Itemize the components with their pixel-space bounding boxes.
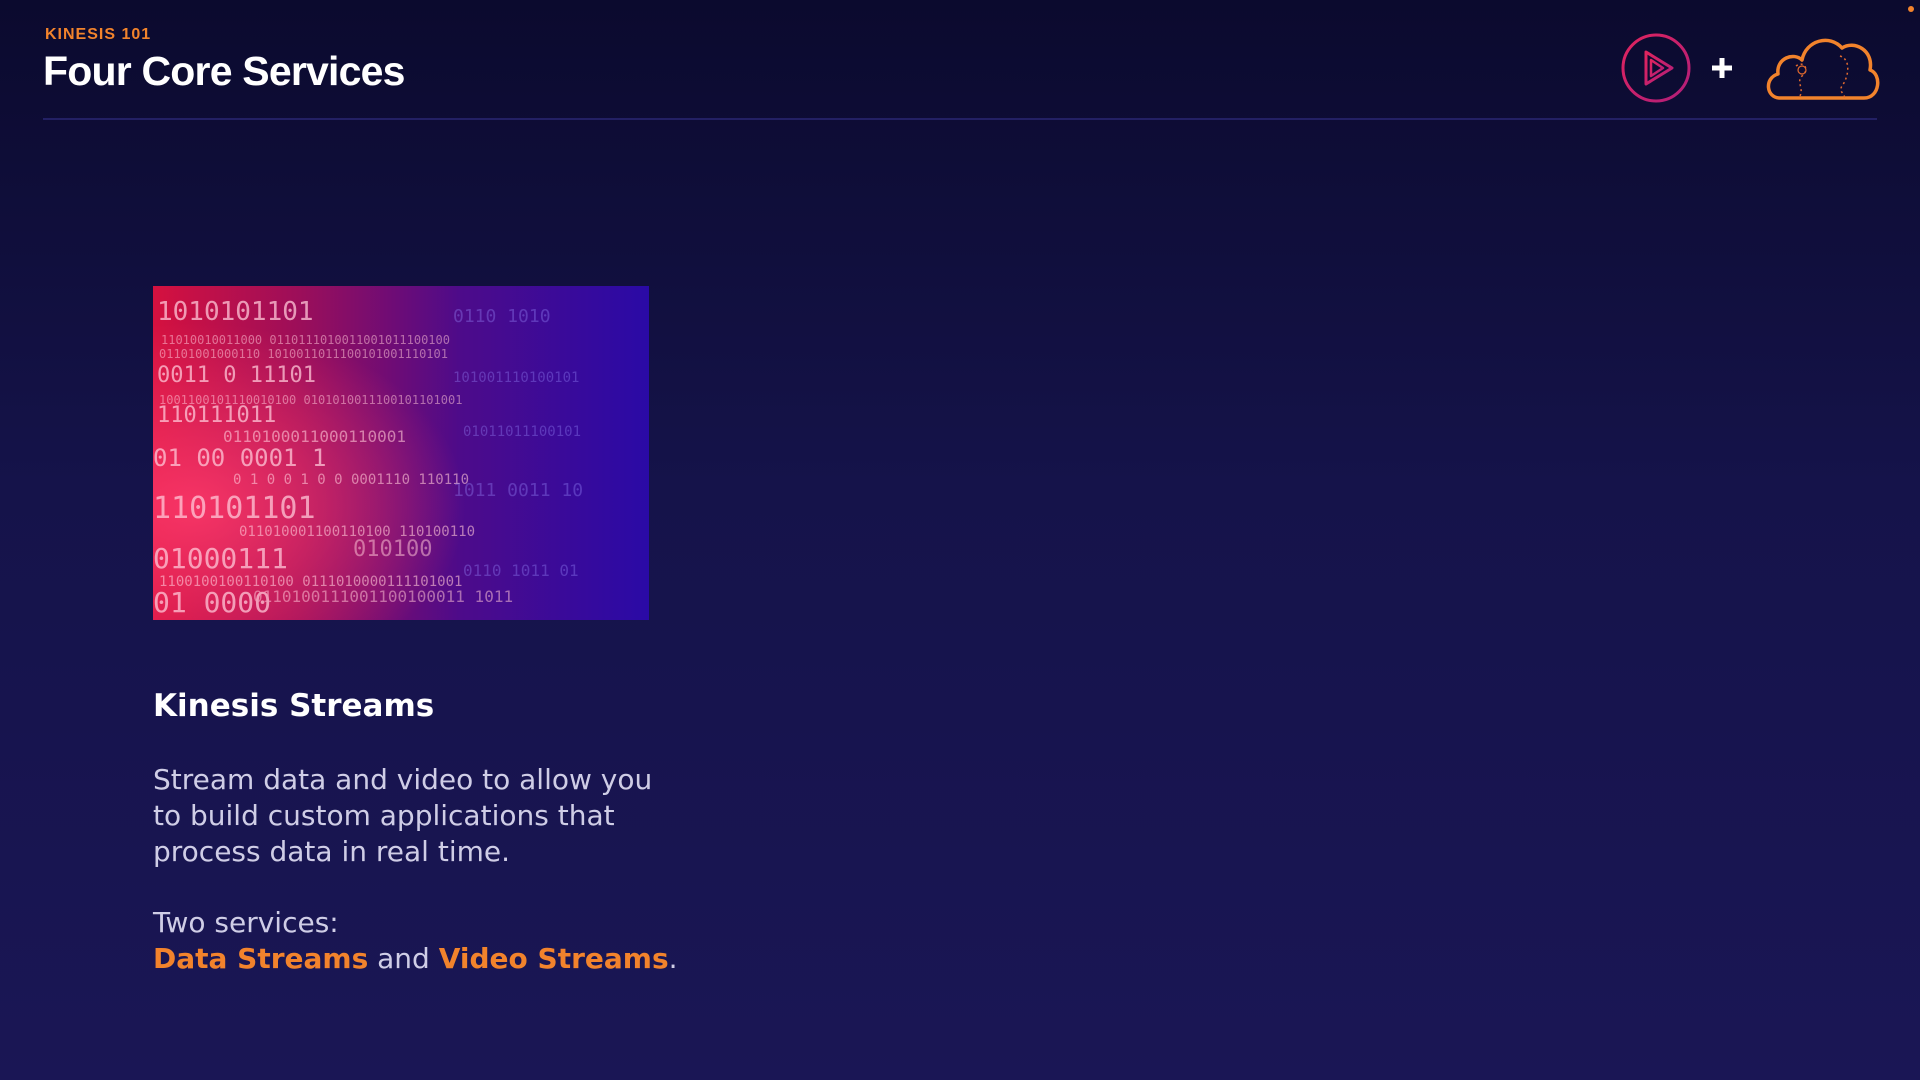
cloud-icon: [1766, 38, 1880, 100]
corner-dot: [1908, 6, 1914, 12]
svg-text:0110100111001100100011 1011: 0110100111001100100011 1011: [253, 587, 513, 606]
svg-text:110111011: 110111011: [157, 403, 276, 428]
services-list: Data Streams and Video Streams.: [153, 941, 713, 977]
page-title: Four Core Services: [43, 48, 405, 94]
services-connector: and: [368, 942, 439, 975]
svg-text:01 00 0001 1: 01 00 0001 1: [153, 444, 326, 472]
services-end: .: [668, 942, 678, 975]
brand-logos: [1620, 26, 1880, 106]
svg-text:1010101101: 1010101101: [157, 297, 314, 327]
card-heading: Kinesis Streams: [153, 688, 435, 724]
svg-text:01011011100101: 01011011100101: [463, 424, 581, 440]
services-intro: Two services:: [153, 906, 339, 939]
svg-text:01000111: 01000111: [153, 542, 288, 575]
svg-text:0110 1011 01: 0110 1011 01: [463, 561, 579, 580]
svg-text:0011 0 11101: 0011 0 11101: [157, 363, 316, 388]
card-description: Stream data and video to allow you to bu…: [153, 763, 653, 868]
svg-text:01101001000110 101001101110010: 01101001000110 1010011011100101001110101: [159, 347, 448, 361]
svg-text:010100: 010100: [353, 537, 432, 562]
svg-text:1011 0011 10: 1011 0011 10: [453, 480, 583, 501]
data-streams-link: Data Streams: [153, 942, 369, 975]
svg-text:101001110100101: 101001110100101: [453, 370, 579, 386]
video-streams-link: Video Streams: [438, 942, 669, 975]
binary-data-image: 1010101101 11010010011000 01101110100110…: [153, 286, 649, 620]
play-circle-icon: [1621, 33, 1691, 103]
header-divider: [43, 118, 1877, 120]
plus-icon: [1712, 58, 1732, 78]
svg-text:0 1 0 0 1 0 0 0001110 110110: 0 1 0 0 1 0 0 0001110 110110: [233, 472, 469, 488]
svg-text:0110 1010: 0110 1010: [453, 306, 551, 327]
svg-text:11010010011000 011011101001100: 11010010011000 0110111010011001011100100: [161, 333, 450, 347]
svg-text:110101101: 110101101: [153, 491, 316, 526]
header-eyebrow: KINESIS 101: [45, 26, 152, 43]
